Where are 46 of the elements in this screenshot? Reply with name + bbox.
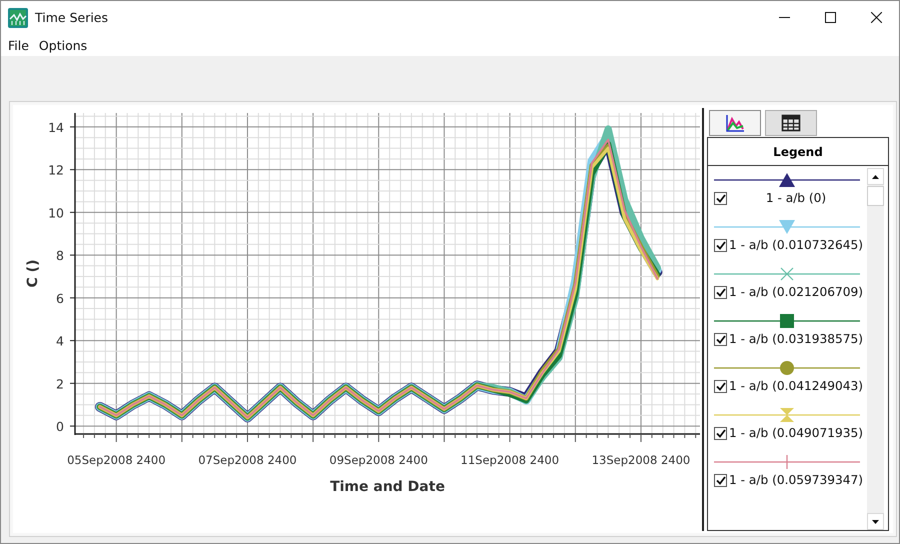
x-tick-label: 05Sep2008 2400	[67, 453, 166, 467]
table-icon	[781, 114, 801, 132]
y-tick-label: 8	[56, 248, 64, 264]
x-tick-label: 11Sep2008 2400	[460, 453, 560, 467]
close-icon	[870, 12, 882, 23]
checkbox[interactable]	[714, 238, 727, 252]
scroll-thumb[interactable]	[867, 186, 884, 206]
y-axis-title: C ()	[25, 260, 41, 288]
checkbox[interactable]	[714, 380, 727, 392]
legend-label: 1 - a/b (0.041249043)	[729, 379, 864, 393]
y-tick-label: 10	[48, 205, 64, 220]
checkbox[interactable]	[714, 332, 727, 346]
maximize-icon	[824, 12, 836, 23]
y-tick-label: 6	[56, 290, 64, 306]
down-arrow-icon	[872, 520, 880, 524]
legend-label: 1 - a/b (0.010732645)	[729, 238, 864, 252]
y-tick-label: 4	[56, 334, 64, 349]
legend-label: 1 - a/b (0.049071935)	[729, 426, 864, 440]
chart-icon	[725, 114, 745, 132]
checkbox[interactable]	[714, 426, 727, 440]
x-tick-label: 09Sep2008 2400	[329, 453, 428, 467]
menu-item[interactable]: Options	[34, 36, 92, 54]
legend-label: 1 - a/b (0.021206709)	[729, 285, 864, 299]
checkbox[interactable]	[714, 286, 727, 298]
checkbox[interactable]	[714, 192, 727, 204]
checkbox[interactable]	[714, 474, 727, 486]
legend-label: 1 - a/b (0)	[764, 191, 828, 205]
legend-label: 1 - a/b (0.059739347)	[729, 473, 864, 487]
up-arrow-icon	[872, 174, 880, 178]
scroll-up-button[interactable]	[867, 168, 884, 185]
app-icon	[8, 8, 28, 28]
view-tab[interactable]	[709, 110, 761, 136]
view-tab[interactable]	[765, 110, 817, 136]
x-tick-label: 13Sep2008 2400	[592, 453, 690, 467]
y-tick-label: 12	[48, 162, 64, 178]
scrollbar[interactable]	[867, 168, 884, 530]
x-axis-title: Time and Date	[330, 479, 445, 495]
y-tick-label: 14	[48, 120, 64, 135]
scroll-down-button[interactable]	[867, 513, 884, 530]
legend-label: 1 - a/b (0.031938575)	[729, 332, 864, 346]
legend-title: Legend	[708, 138, 888, 166]
menu-item[interactable]: File	[3, 36, 34, 54]
x-tick-label: 07Sep2008 2400	[198, 453, 297, 467]
y-tick-label: 2	[56, 376, 64, 392]
y-tick-label: 0	[56, 419, 64, 434]
window-title: Time Series	[35, 10, 110, 25]
